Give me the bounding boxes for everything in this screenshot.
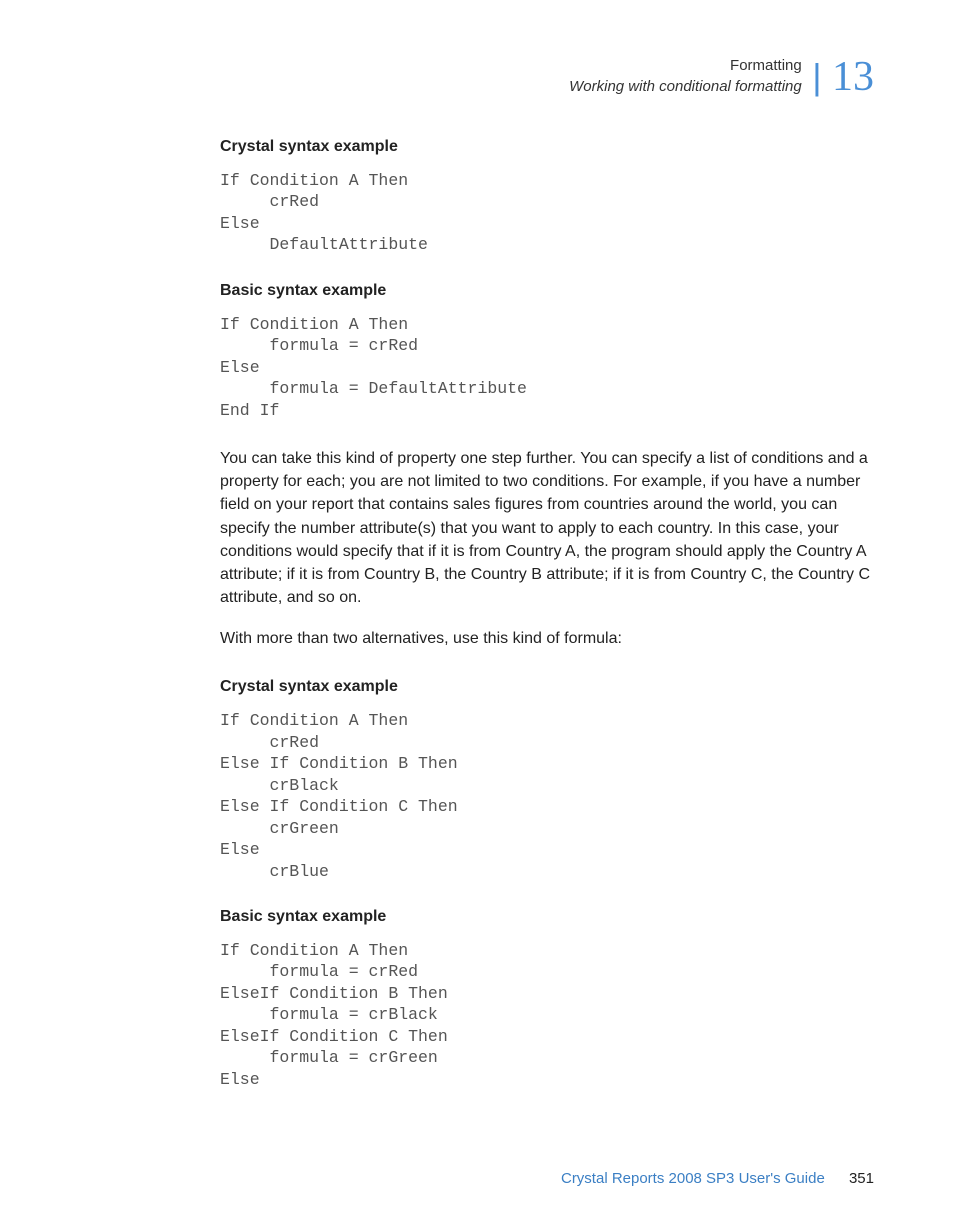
- code-basic-1: If Condition A Then formula = crRed Else…: [220, 314, 874, 421]
- code-crystal-1: If Condition A Then crRed Else DefaultAt…: [220, 170, 874, 256]
- page-header: Formatting Working with conditional form…: [220, 56, 874, 98]
- heading-basic-syntax-2: Basic syntax example: [220, 908, 874, 926]
- header-text-block: Formatting Working with conditional form…: [569, 56, 802, 98]
- paragraph-2: With more than two alternatives, use thi…: [220, 627, 874, 650]
- code-crystal-2: If Condition A Then crRed Else If Condit…: [220, 710, 874, 882]
- chapter-title: Formatting: [730, 56, 802, 76]
- page-footer: Crystal Reports 2008 SP3 User's Guide 35…: [561, 1170, 874, 1187]
- footer-doc-title: Crystal Reports 2008 SP3 User's Guide: [561, 1170, 825, 1187]
- heading-crystal-syntax-1: Crystal syntax example: [220, 138, 874, 156]
- chapter-separator: |: [812, 59, 821, 95]
- heading-basic-syntax-1: Basic syntax example: [220, 282, 874, 300]
- code-basic-2: If Condition A Then formula = crRed Else…: [220, 940, 874, 1090]
- page-content: Formatting Working with conditional form…: [0, 0, 954, 1090]
- footer-page-number: 351: [849, 1170, 874, 1187]
- heading-crystal-syntax-2: Crystal syntax example: [220, 678, 874, 696]
- section-title: Working with conditional formatting: [569, 77, 802, 97]
- chapter-number: 13: [832, 56, 874, 98]
- paragraph-1: You can take this kind of property one s…: [220, 447, 874, 609]
